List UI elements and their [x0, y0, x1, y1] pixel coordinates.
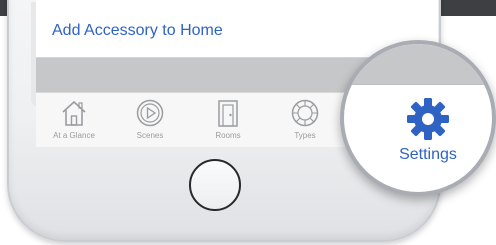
settings-magnifier: Settings	[340, 40, 496, 196]
door-icon	[218, 100, 238, 127]
add-accessory-link[interactable]: Add Accessory to Home	[52, 22, 223, 40]
tab-label-scenes: Scenes	[136, 131, 164, 140]
tab-label-types: Types	[294, 131, 316, 140]
tab-label-settings: Settings	[399, 146, 457, 163]
tab-types[interactable]: Types	[273, 93, 337, 147]
tab-at-a-glance[interactable]: At a Glance	[42, 93, 106, 147]
tab-label-rooms: Rooms	[215, 131, 241, 140]
ring-icon	[291, 99, 319, 127]
tab-label-at-a-glance: At a Glance	[53, 131, 95, 140]
tab-rooms[interactable]: Rooms	[196, 93, 260, 147]
magnifier-gray-band	[344, 44, 492, 85]
play-circle-icon	[136, 99, 164, 127]
home-button[interactable]	[189, 159, 241, 211]
tab-scenes[interactable]: Scenes	[118, 93, 182, 147]
house-icon	[62, 100, 86, 126]
gear-icon	[407, 98, 449, 140]
tab-settings[interactable]: Settings	[380, 96, 476, 180]
